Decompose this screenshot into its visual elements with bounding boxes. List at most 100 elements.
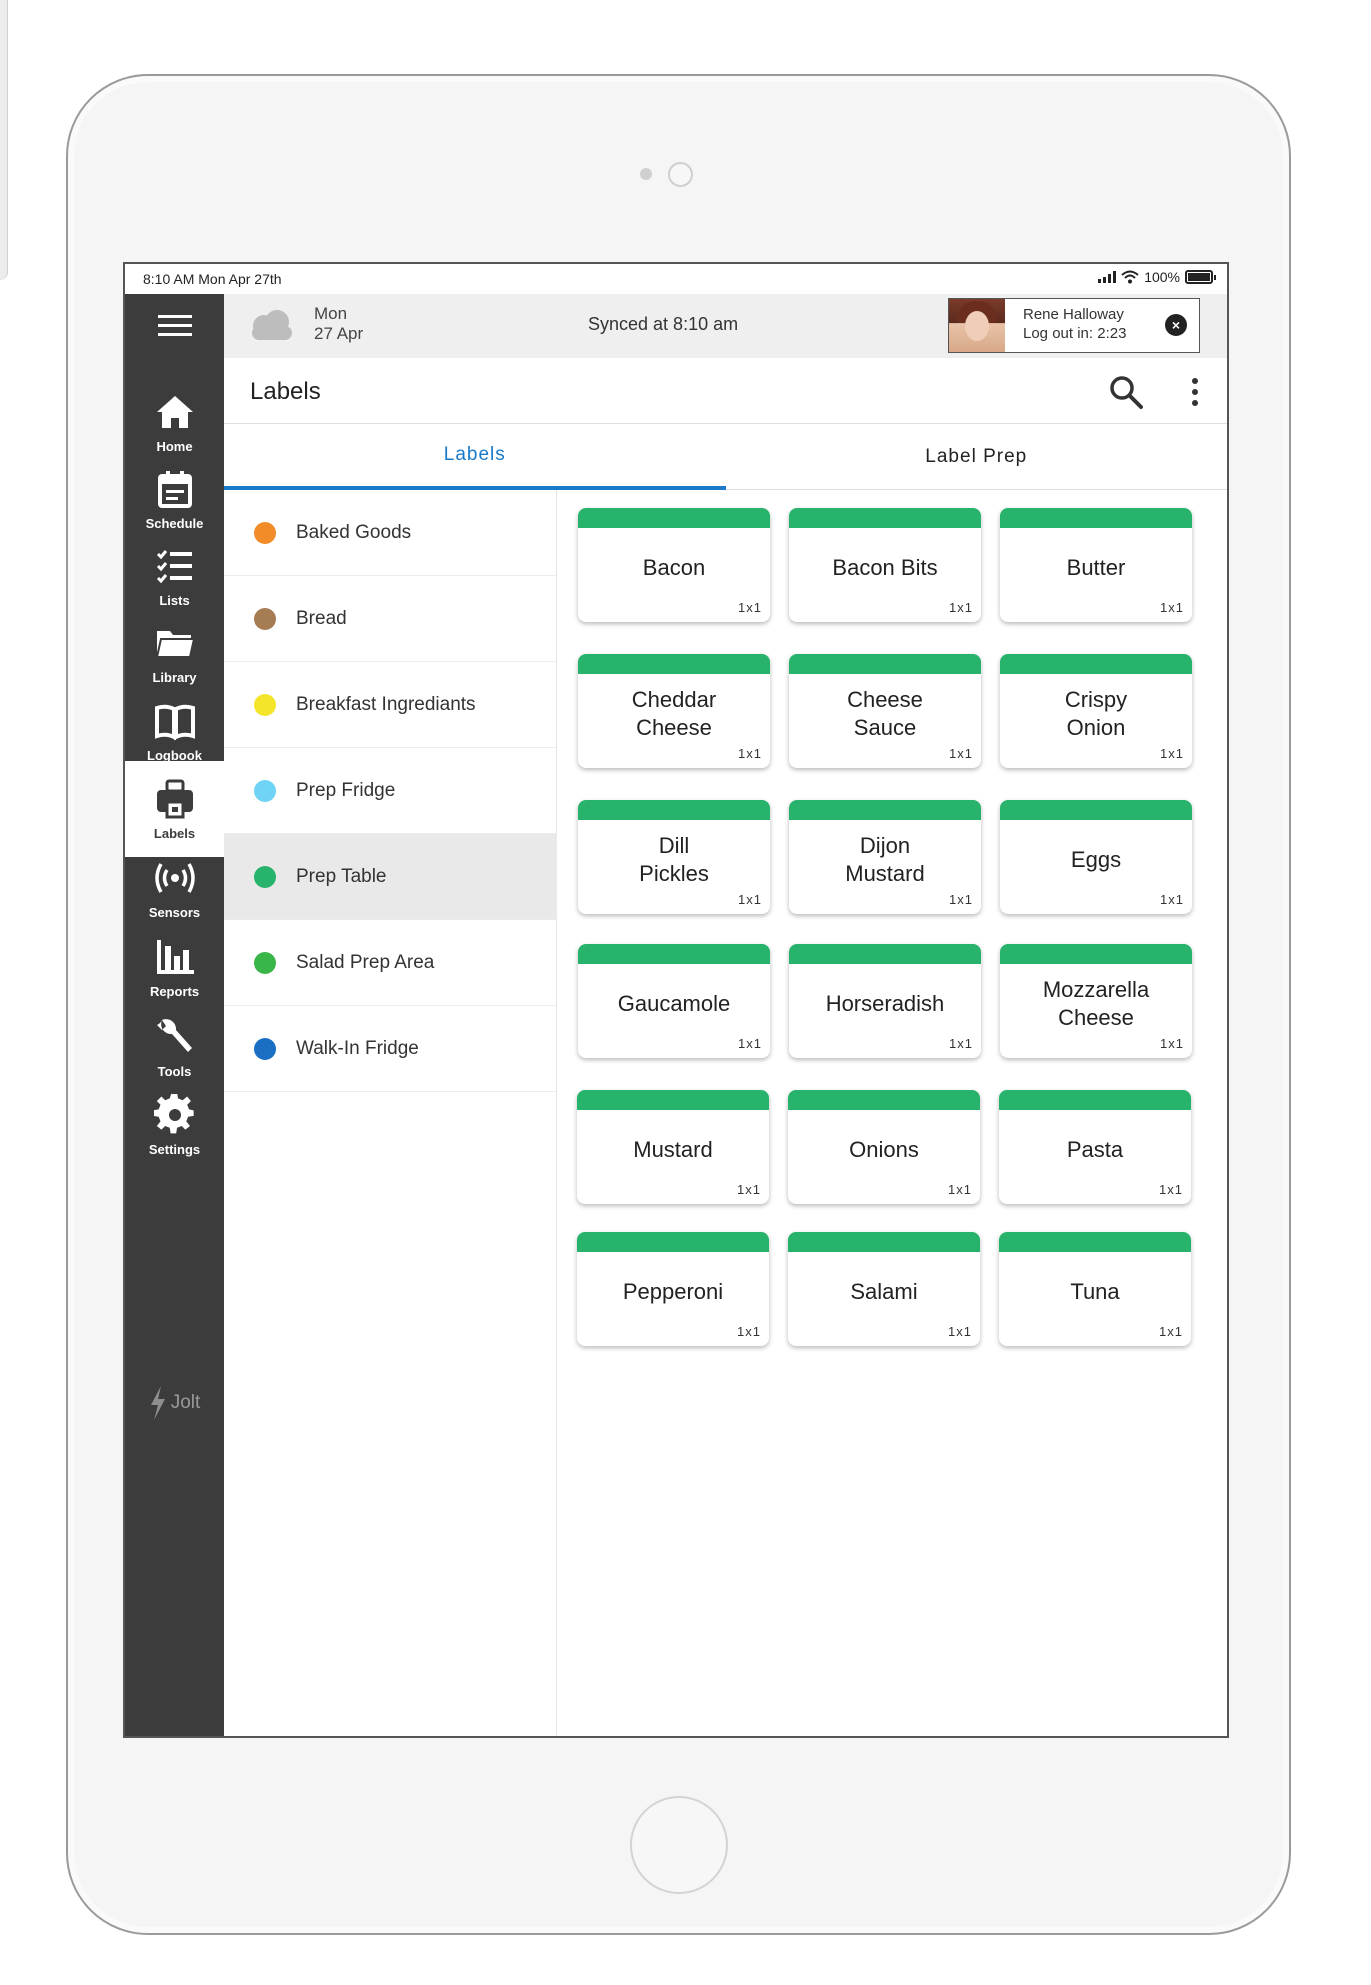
category-label: Salad Prep Area [296,951,435,973]
category-label: Prep Fridge [296,779,396,801]
bar-chart-icon [156,939,194,974]
category-list: Baked Goods Bread Breakfast Ingrediants Pre… [224,490,557,1736]
category-item[interactable]: Prep Table [224,834,557,920]
label-size: 1x1 [949,1036,973,1051]
label-name: Crispy Onion [1064,687,1128,740]
label-color-bar [789,654,981,674]
bolt-icon [150,1386,165,1420]
top-bar: Mon 27 Apr Synced at 8:10 am Rene Hallow… [224,294,1227,358]
label-card[interactable]: Horseradish 1x1 [789,944,981,1058]
label-card[interactable]: Cheddar Cheese 1x1 [578,654,770,768]
user-session-card[interactable]: Rene Halloway Log out in: 2:23 × [948,298,1200,353]
front-camera [668,162,693,187]
label-name: Salami [850,1279,918,1304]
category-item[interactable]: Prep Fridge [224,748,557,834]
label-card[interactable]: Eggs 1x1 [1000,800,1192,914]
label-size: 1x1 [1159,1324,1183,1339]
label-color-bar [578,944,770,964]
label-card[interactable]: Gaucamole 1x1 [578,944,770,1058]
label-name: Bacon [642,555,706,580]
sidebar-item-label: Settings [148,1141,201,1157]
label-card[interactable]: Crispy Onion 1x1 [1000,654,1192,768]
label-card[interactable]: Dill Pickles 1x1 [578,800,770,914]
label-name: Pepperoni [622,1279,724,1304]
label-size: 1x1 [738,892,762,907]
label-card[interactable]: Pepperoni 1x1 [577,1232,769,1346]
label-card[interactable]: Salami 1x1 [788,1232,980,1346]
category-item[interactable]: Salad Prep Area [224,920,557,1006]
brand-name: Jolt [170,1392,201,1413]
logout-timer: Log out in: 2:23 [1023,325,1127,342]
label-name: Cheese Sauce [847,687,923,740]
category-label: Bread [296,607,347,629]
label-card[interactable]: Mustard 1x1 [577,1090,769,1204]
home-hardware-button[interactable] [630,1796,728,1894]
label-card[interactable]: Onions 1x1 [788,1090,980,1204]
label-card[interactable]: Bacon Bits 1x1 [789,508,981,622]
label-name: Bacon Bits [832,555,938,580]
label-card[interactable]: Cheese Sauce 1x1 [789,654,981,768]
weekday: Mon [314,304,348,323]
label-color-bar [788,1232,980,1252]
signal-icon [1098,271,1117,283]
label-color-bar [1000,654,1192,674]
label-card[interactable]: Pasta 1x1 [999,1090,1191,1204]
folder-icon [155,630,195,658]
label-size: 1x1 [948,1324,972,1339]
tab-labels[interactable]: Labels [224,424,726,490]
label-size: 1x1 [1160,892,1184,907]
category-item[interactable]: Bread [224,576,557,662]
search-icon[interactable] [1109,375,1143,409]
label-name: Butter [1066,555,1126,580]
label-card[interactable]: Tuna 1x1 [999,1232,1191,1346]
logout-close-icon[interactable]: × [1165,314,1187,336]
hamburger-icon [157,315,192,336]
background-window-edge [0,0,8,280]
label-card[interactable]: Butter 1x1 [1000,508,1192,622]
label-card[interactable]: Mozzarella Cheese 1x1 [1000,944,1192,1058]
stage: 8:10 AM Mon Apr 27th 100% Home Schedule … [0,0,1371,1985]
label-color-bar [577,1232,769,1252]
label-color-bar [1000,800,1192,820]
jolt-logo: Jolt [125,1386,224,1420]
label-name: Mustard [633,1137,713,1162]
label-name: Eggs [1070,847,1122,872]
sidebar-item-label: Reports [149,983,200,999]
label-name: Horseradish [825,991,945,1016]
label-size: 1x1 [949,600,973,615]
label-size: 1x1 [738,600,762,615]
label-color-bar [578,654,770,674]
label-size: 1x1 [738,746,762,761]
label-name: Tuna [1070,1279,1120,1304]
label-card[interactable]: Dijon Mustard 1x1 [789,800,981,914]
date: 27 Apr [314,324,364,343]
tab-label-prep[interactable]: Label Prep [726,424,1228,490]
category-color-dot [254,779,276,802]
label-color-bar [578,800,770,820]
status-right: 100% [1098,269,1216,285]
category-label: Breakfast Ingrediants [296,693,476,715]
camera-sensor [640,168,652,180]
more-options-icon[interactable] [1187,374,1203,410]
label-card[interactable]: Bacon 1x1 [578,508,770,622]
label-size: 1x1 [738,1036,762,1051]
sidebar: Home Schedule Lists Library Logbook Labels Sen… [125,294,224,1736]
label-color-bar [789,508,981,528]
sidebar-item-settings[interactable]: Settings [125,1077,224,1173]
checklist-icon [156,549,192,583]
label-name: Cheddar Cheese [631,687,717,740]
label-color-bar [999,1090,1191,1110]
label-printer-icon [156,779,193,818]
label-name: Pasta [1066,1137,1124,1162]
menu-button[interactable] [125,294,224,358]
label-size: 1x1 [949,892,973,907]
category-item[interactable]: Walk-In Fridge [224,1006,557,1092]
label-size: 1x1 [737,1182,761,1197]
category-item[interactable]: Breakfast Ingrediants [224,662,557,748]
label-color-bar [577,1090,769,1110]
category-label: Walk-In Fridge [296,1037,419,1059]
category-item[interactable]: Baked Goods [224,490,557,576]
label-size: 1x1 [1159,1182,1183,1197]
gear-icon [153,1093,194,1133]
category-color-dot [254,1037,276,1060]
